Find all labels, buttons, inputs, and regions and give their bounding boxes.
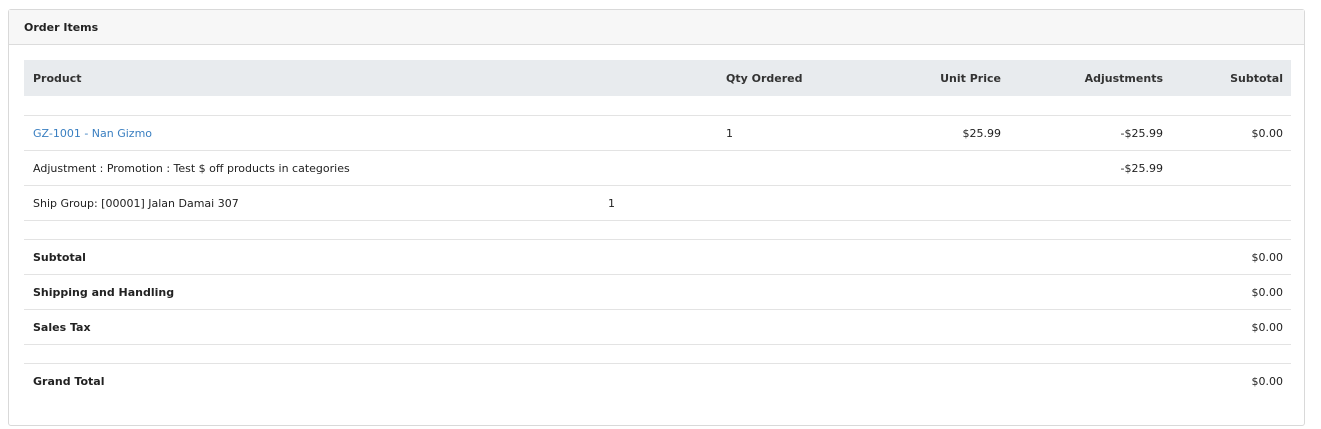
order-items-table: Product Qty Ordered Unit Price Adjustmen… — [24, 60, 1291, 399]
adjustment-label: Adjustment : Promotion : Test $ off prod… — [33, 161, 350, 175]
totals-row-subtotal: Subtotal $0.00 — [24, 239, 1291, 274]
item-subtotal: $0.00 — [1251, 126, 1284, 140]
panel-title: Order Items — [24, 20, 99, 34]
item-unit-price: $25.99 — [962, 126, 1002, 140]
grand-total-label: Grand Total — [33, 375, 105, 388]
ship-group-qty: 1 — [608, 196, 615, 210]
spacer-row — [24, 96, 1291, 115]
table-row-ship-group: Ship Group: [00001] Jalan Damai 307 1 — [24, 185, 1291, 220]
totals-row-sales-tax: Sales Tax $0.00 — [24, 309, 1291, 344]
totals-row-grand-total: Grand Total $0.00 — [24, 363, 1291, 399]
header-adjustments: Adjustments — [1084, 71, 1163, 85]
header-subtotal: Subtotal — [1230, 71, 1283, 85]
table-row-adjustment: Adjustment : Promotion : Test $ off prod… — [24, 150, 1291, 185]
header-qty-ordered: Qty Ordered — [726, 71, 803, 85]
adjustment-amount: -$25.99 — [1120, 161, 1163, 175]
order-items-panel: Order Items Product Qty Ordered Unit Pri… — [8, 9, 1305, 426]
panel-header: Order Items — [9, 10, 1304, 45]
table-header-row: Product Qty Ordered Unit Price Adjustmen… — [24, 60, 1291, 96]
table-row-item: GZ-1001 - Nan Gizmo 1 $25.99 -$25.99 $0.… — [24, 115, 1291, 150]
header-unit-price: Unit Price — [940, 71, 1001, 85]
subtotal-value: $0.00 — [1251, 250, 1284, 264]
shipping-value: $0.00 — [1251, 285, 1284, 299]
item-qty: 1 — [726, 126, 733, 140]
spacer-row — [24, 220, 1291, 239]
grand-total-value: $0.00 — [1251, 375, 1284, 388]
subtotal-label: Subtotal — [33, 250, 86, 264]
header-product: Product — [33, 71, 82, 85]
item-adjustment: -$25.99 — [1120, 126, 1163, 140]
shipping-label: Shipping and Handling — [33, 285, 175, 299]
product-cell: GZ-1001 - Nan Gizmo — [33, 116, 152, 150]
ship-group-label: Ship Group: [00001] Jalan Damai 307 — [33, 196, 239, 210]
totals-row-shipping: Shipping and Handling $0.00 — [24, 274, 1291, 309]
sales-tax-label: Sales Tax — [33, 320, 91, 334]
product-link[interactable]: GZ-1001 - Nan Gizmo — [33, 127, 152, 140]
sales-tax-value: $0.00 — [1251, 320, 1284, 334]
spacer-row — [24, 344, 1291, 363]
